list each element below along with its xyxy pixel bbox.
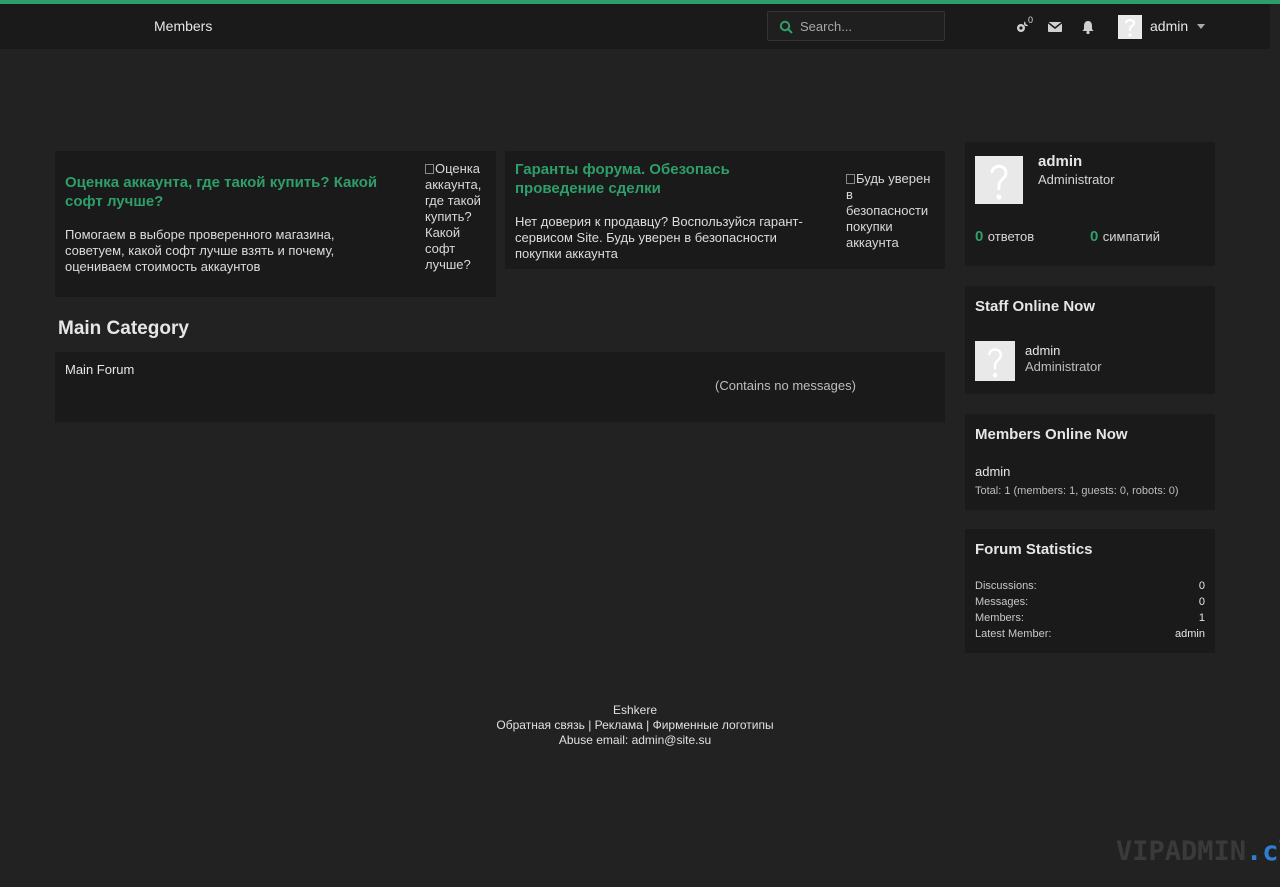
footer-site-name: Eshkere — [612, 703, 658, 717]
likes-stat: 0 симпатий — [1090, 228, 1160, 246]
avatar[interactable] — [1118, 15, 1142, 39]
search-box[interactable]: Search... — [767, 11, 945, 41]
avatar[interactable] — [975, 156, 1023, 204]
stat-label: Latest Member: — [975, 628, 1052, 640]
promo-image-broken[interactable]: Оценка аккаунта, где такой купить? Какой… — [425, 161, 489, 273]
block-title: Forum Statistics — [975, 541, 1093, 558]
forum-row: Main Forum (Contains no messages) — [55, 352, 945, 422]
search-input[interactable]: Search... — [800, 19, 852, 34]
footer-link-logos[interactable]: Фирменные логотипы — [653, 718, 774, 732]
promo-description: Нет доверия к продавцу? Воспользуйся гар… — [515, 214, 803, 261]
avatar-placeholder-icon — [987, 348, 1003, 378]
online-total: Total: 1 (members: 1, guests: 0, robots:… — [975, 485, 1179, 497]
likes-count: 0 — [1090, 228, 1099, 245]
nav-members-link[interactable]: Members — [154, 18, 212, 34]
promo-card-1: Оценка аккаунта, где такой купить? Какой… — [55, 151, 496, 297]
promo-image-alt: Будь уверен в безопасности покупки аккау… — [846, 171, 931, 250]
broken-image-icon — [425, 164, 434, 174]
replies-count: 0 — [975, 228, 984, 245]
chevron-down-icon[interactable] — [1197, 24, 1205, 29]
avatar-placeholder-icon — [1124, 18, 1136, 37]
stat-row-members: Members: 1 — [975, 612, 1205, 624]
stat-value: 1 — [1198, 612, 1205, 624]
bell-icon[interactable] — [1080, 19, 1096, 35]
visitor-username[interactable]: admin — [1038, 153, 1082, 170]
stat-row-latest-member: Latest Member: admin — [975, 628, 1205, 640]
footer-abuse-email: Abuse email: admin@site.su — [558, 733, 712, 747]
visitor-role: Administrator — [1038, 172, 1115, 187]
promo-image-broken[interactable]: Будь уверен в безопасности покупки аккау… — [846, 171, 938, 251]
promo-card-2: Гаранты форума. Обезопась проведение сде… — [505, 151, 945, 269]
staff-role: Administrator — [1025, 359, 1102, 374]
footer-links: Обратная связь | Реклама | Фирменные лог… — [0, 718, 1270, 732]
online-member-link[interactable]: admin — [975, 464, 1010, 479]
latest-member-link[interactable]: admin — [1175, 628, 1205, 640]
promo-title[interactable]: Оценка аккаунта, где такой купить? Какой… — [65, 173, 405, 211]
promo-title[interactable]: Гаранты форума. Обезопась проведение сде… — [515, 160, 815, 198]
stat-label: Members: — [975, 612, 1024, 624]
forum-latest-empty: (Contains no messages) — [715, 378, 856, 393]
category-title[interactable]: Main Category — [58, 318, 189, 340]
footer-link-feedback[interactable]: Обратная связь — [496, 718, 584, 732]
avatar-placeholder-icon — [990, 164, 1008, 200]
stat-value: 0 — [1198, 580, 1205, 592]
footer-separator: | — [646, 718, 650, 732]
block-title: Staff Online Now — [975, 298, 1095, 315]
avatar[interactable] — [975, 341, 1015, 381]
members-online-block: Members Online Now admin Total: 1 (membe… — [965, 414, 1215, 510]
stat-row-discussions: Discussions: 0 — [975, 580, 1205, 592]
forum-link[interactable]: Main Forum — [65, 362, 134, 377]
block-title: Members Online Now — [975, 426, 1128, 443]
broken-image-icon — [846, 174, 855, 184]
staff-online-block: Staff Online Now admin Administrator — [965, 286, 1215, 394]
footer-link-ads[interactable]: Реклама — [595, 718, 643, 732]
envelope-icon[interactable] — [1047, 19, 1063, 35]
watermark-logo: VIPADMIN.club — [1116, 836, 1280, 867]
staff-username[interactable]: admin — [1025, 343, 1060, 358]
promo-description: Помогаем в выборе проверенного магазина,… — [65, 227, 335, 274]
replies-stat: 0 ответов — [975, 228, 1034, 246]
watermark-part1: VIPADMIN — [1116, 836, 1247, 867]
footer-separator: | — [588, 718, 592, 732]
likes-label: симпатий — [1102, 229, 1160, 244]
visitor-panel: admin Administrator 0 ответов 0 симпатий — [965, 142, 1215, 266]
stat-row-messages: Messages: 0 — [975, 596, 1205, 608]
replies-label: ответов — [987, 229, 1035, 244]
watermark-part2: .club — [1246, 836, 1280, 867]
stat-label: Messages: — [975, 596, 1029, 608]
stat-value: 0 — [1198, 596, 1205, 608]
user-menu-name[interactable]: admin — [1150, 18, 1188, 34]
conversations-count-badge: 0 — [1025, 15, 1036, 26]
forum-statistics-block: Forum Statistics Discussions: 0 Messages… — [965, 529, 1215, 653]
search-icon — [779, 20, 793, 34]
navbar: Members Search... 0 admin — [0, 4, 1270, 49]
promo-image-alt: Оценка аккаунта, где такой купить? Какой… — [425, 161, 482, 272]
stat-label: Discussions: — [975, 580, 1037, 592]
